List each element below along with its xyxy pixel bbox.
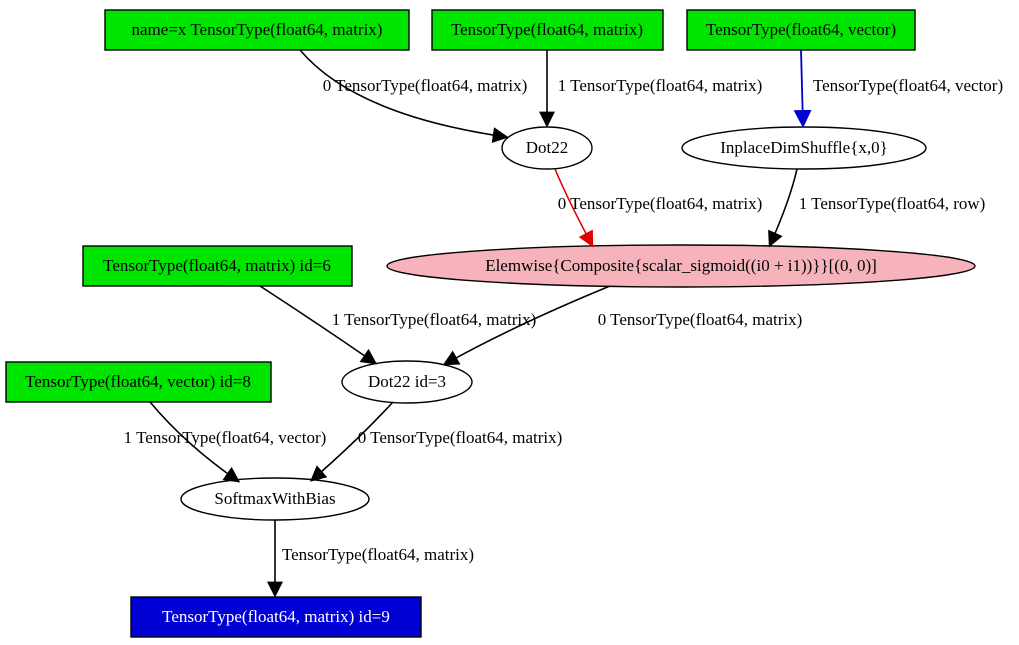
edge-x-to-dot22-label: 0 TensorType(float64, matrix) — [323, 76, 528, 95]
dot22-label: Dot22 — [526, 138, 569, 157]
edge-w2-to-dot22b-label: 1 TensorType(float64, matrix) — [332, 310, 537, 329]
edge-elemwise-to-dot22b-label: 0 TensorType(float64, matrix) — [598, 310, 803, 329]
output-label: TensorType(float64, matrix) id=9 — [162, 607, 390, 626]
softmax-label: SoftmaxWithBias — [214, 489, 335, 508]
edge-dot22b-to-softmax-label: 0 TensorType(float64, matrix) — [358, 428, 563, 447]
input-b2-label: TensorType(float64, vector) id=8 — [25, 372, 251, 391]
edge-w1-to-dot22-label: 1 TensorType(float64, matrix) — [558, 76, 763, 95]
edge-b1-to-dimshuffle-label: TensorType(float64, vector) — [813, 76, 1003, 95]
dot22-id3-label: Dot22 id=3 — [368, 372, 446, 391]
edge-b1-to-dimshuffle — [801, 50, 803, 125]
input-x-label: name=x TensorType(float64, matrix) — [132, 20, 383, 39]
theano-graph: name=x TensorType(float64, matrix) Tenso… — [0, 0, 1019, 645]
input-b1-label: TensorType(float64, vector) — [706, 20, 896, 39]
edge-dot22-to-elemwise-label: 0 TensorType(float64, matrix) — [558, 194, 763, 213]
input-w2-label: TensorType(float64, matrix) id=6 — [103, 256, 331, 275]
edge-dimshuffle-to-elemwise — [770, 169, 797, 245]
dimshuffle-label: InplaceDimShuffle{x,0} — [720, 138, 888, 157]
elemwise-label: Elemwise{Composite{scalar_sigmoid((i0 + … — [485, 256, 877, 275]
input-w1-label: TensorType(float64, matrix) — [451, 20, 643, 39]
edge-softmax-to-output-label: TensorType(float64, matrix) — [282, 545, 474, 564]
edge-b2-to-softmax-label: 1 TensorType(float64, vector) — [124, 428, 327, 447]
edge-dimshuffle-to-elemwise-label: 1 TensorType(float64, row) — [799, 194, 986, 213]
